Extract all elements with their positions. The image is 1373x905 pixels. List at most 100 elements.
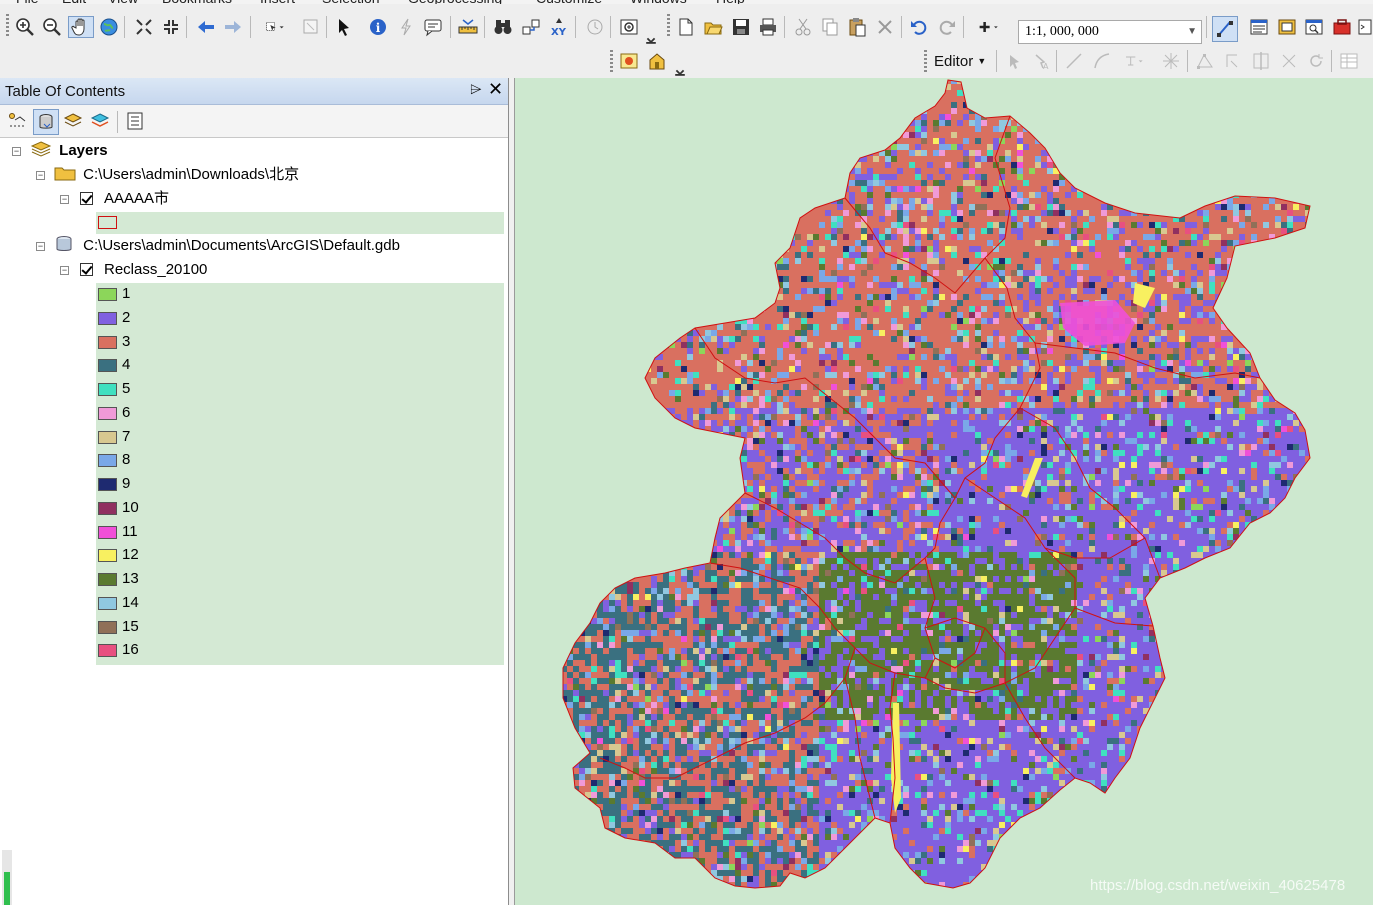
pin-icon[interactable]: ⌲: [470, 81, 482, 98]
layer-reclass[interactable]: Reclass_20100: [104, 259, 207, 281]
html-popup-icon[interactable]: [422, 16, 444, 38]
split-tool-icon[interactable]: [1278, 50, 1300, 72]
edit-tool-arrow-icon[interactable]: [1003, 50, 1025, 72]
toolbar-grip[interactable]: [924, 50, 927, 74]
full-extent-globe-icon[interactable]: [98, 16, 120, 38]
legend-swatch[interactable]: [98, 525, 117, 539]
create-viewer-window-icon[interactable]: [618, 16, 640, 38]
editor-menu-button[interactable]: Editor ▼: [934, 50, 986, 72]
vertical-scrollbar[interactable]: [2, 850, 12, 905]
go-to-xy-icon[interactable]: XY: [548, 16, 570, 38]
reshape-feature-icon[interactable]: [1222, 50, 1244, 72]
edit-annotation-icon[interactable]: A: [1030, 50, 1052, 72]
cut-polygons-icon[interactable]: [1250, 50, 1272, 72]
collapse-icon[interactable]: −: [12, 147, 21, 156]
identify-info-icon[interactable]: i: [367, 16, 389, 38]
pan-hand-icon[interactable]: [68, 16, 94, 38]
paste-clipboard-icon[interactable]: [846, 16, 868, 38]
zoom-out-icon[interactable]: [41, 16, 63, 38]
legend-swatch[interactable]: [98, 549, 117, 563]
clear-selection-icon[interactable]: [300, 16, 322, 38]
polygon-outline-symbol[interactable]: [98, 216, 117, 229]
legend-swatch[interactable]: [98, 454, 117, 468]
geoprocessing-results-icon[interactable]: [618, 50, 640, 72]
time-slider-icon[interactable]: [584, 16, 606, 38]
delete-x-icon[interactable]: [874, 16, 896, 38]
search-window-icon[interactable]: [1303, 16, 1325, 38]
source-geodatabase[interactable]: C:\Users\admin\Documents\ArcGIS\Default.…: [54, 235, 400, 257]
list-by-source-icon[interactable]: [33, 109, 59, 135]
toc-options-icon[interactable]: [124, 110, 146, 132]
collapse-icon[interactable]: −: [36, 171, 45, 180]
collapse-icon[interactable]: −: [60, 266, 69, 275]
add-data-icon[interactable]: [971, 16, 1007, 38]
redo-icon[interactable]: [936, 16, 958, 38]
select-elements-arrow-icon[interactable]: [333, 16, 355, 38]
table-of-contents-icon[interactable]: [1248, 16, 1270, 38]
point-snap-icon[interactable]: [1160, 50, 1182, 72]
legend-swatch[interactable]: [98, 359, 117, 373]
catalog-window-icon[interactable]: [1276, 16, 1298, 38]
raster-map[interactable]: [515, 78, 1373, 905]
find-route-icon[interactable]: [520, 16, 542, 38]
chevron-down-icon[interactable]: ▼: [1187, 21, 1197, 43]
collapse-icon[interactable]: −: [36, 242, 45, 251]
layer-aaaaa[interactable]: AAAAA市: [104, 188, 169, 210]
go-forward-arrow-icon[interactable]: [222, 16, 244, 38]
toolbar-grip[interactable]: [6, 14, 9, 38]
legend-swatch[interactable]: [98, 383, 117, 396]
print-icon[interactable]: [757, 16, 779, 38]
fixed-zoom-out-icon[interactable]: [160, 16, 182, 38]
select-features-icon[interactable]: [258, 16, 292, 38]
layers-root[interactable]: Layers: [30, 140, 108, 162]
list-by-visibility-icon[interactable]: [62, 110, 84, 132]
attributes-table-icon[interactable]: [1338, 50, 1360, 72]
legend-swatch[interactable]: [98, 644, 117, 658]
straight-segment-icon[interactable]: [1063, 50, 1085, 72]
hyperlink-lightning-icon[interactable]: [395, 16, 417, 38]
legend-swatch[interactable]: [98, 596, 117, 610]
undo-icon[interactable]: [908, 16, 930, 38]
legend-swatch[interactable]: [98, 430, 117, 444]
zoom-in-icon[interactable]: [14, 16, 36, 38]
scrollbar-thumb[interactable]: [4, 872, 10, 905]
collapse-icon[interactable]: −: [60, 195, 69, 204]
map-scale-input[interactable]: 1:1, 000, 000 ▼: [1018, 20, 1202, 44]
editor-toolbar-toggle-icon[interactable]: [1212, 16, 1238, 42]
end-point-arc-icon[interactable]: [1091, 50, 1113, 72]
toolbar-grip[interactable]: [610, 50, 613, 74]
new-document-icon[interactable]: [675, 16, 697, 38]
arctoolbox-icon[interactable]: [1331, 16, 1353, 38]
list-by-selection-icon[interactable]: [89, 110, 111, 132]
measure-ruler-icon[interactable]: [457, 16, 479, 38]
fixed-zoom-in-icon[interactable]: [133, 16, 155, 38]
rotate-tool-icon[interactable]: [1305, 50, 1327, 72]
trace-tool-icon[interactable]: [1118, 50, 1150, 72]
legend-swatch[interactable]: [98, 478, 117, 491]
map-view[interactable]: [514, 78, 1373, 905]
legend-swatch[interactable]: [98, 620, 117, 634]
list-by-drawing-order-icon[interactable]: [6, 110, 28, 132]
layer-visibility-checkbox[interactable]: [80, 192, 93, 205]
close-icon[interactable]: ✕: [488, 79, 503, 100]
save-floppy-icon[interactable]: [730, 16, 752, 38]
copy-icon[interactable]: [819, 16, 841, 38]
legend-swatch[interactable]: [98, 406, 117, 420]
cut-scissors-icon[interactable]: [792, 16, 814, 38]
model-builder-icon[interactable]: [646, 50, 668, 72]
toolbar-grip[interactable]: [667, 14, 670, 38]
go-back-arrow-icon[interactable]: [195, 16, 217, 38]
open-folder-icon[interactable]: [702, 16, 724, 38]
layer-visibility-checkbox[interactable]: [80, 263, 93, 276]
legend-swatch[interactable]: [98, 311, 117, 325]
toolbar-overflow-chevron-icon[interactable]: [674, 60, 686, 76]
source-folder-downloads[interactable]: C:\Users\admin\Downloads\北京: [54, 164, 299, 186]
legend-swatch[interactable]: [98, 501, 117, 515]
find-binoculars-icon[interactable]: [492, 16, 514, 38]
edit-vertices-icon[interactable]: [1194, 50, 1216, 72]
toolbar-overflow-chevron-icon[interactable]: [645, 28, 657, 44]
legend-swatch[interactable]: [98, 573, 117, 586]
legend-swatch[interactable]: [98, 288, 117, 301]
python-window-icon[interactable]: [1357, 16, 1373, 38]
legend-swatch[interactable]: [98, 335, 117, 349]
